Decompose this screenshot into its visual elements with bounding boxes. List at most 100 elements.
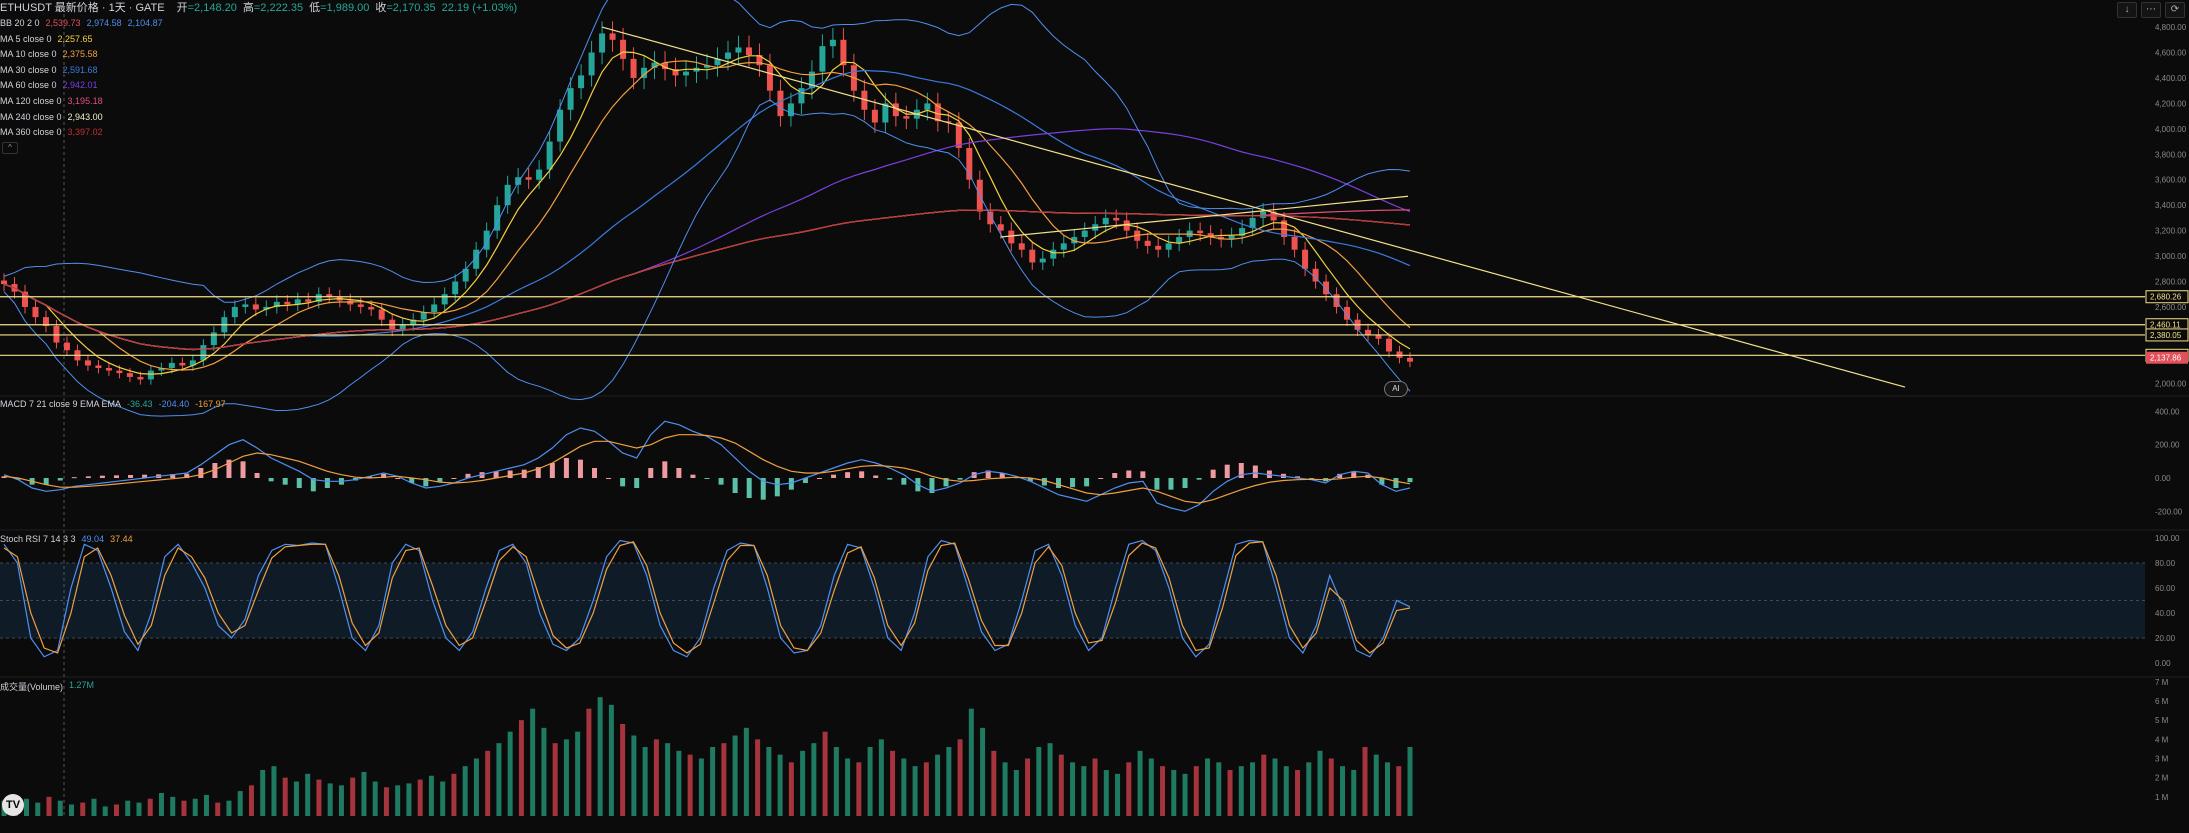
volume-bar: [1238, 766, 1244, 816]
volume-bar: [1182, 773, 1188, 816]
volume-bar: [147, 798, 153, 816]
volume-axis-tick: 2 M: [2155, 774, 2169, 783]
volume-bar: [158, 793, 164, 816]
stoch-axis-tick: 80.00: [2155, 559, 2176, 568]
ohlc-low-label: 低: [309, 2, 321, 14]
legend-row[interactable]: MA 120 close 0 3,195.18: [0, 94, 517, 110]
collapse-legend-button[interactable]: ^: [2, 142, 18, 154]
macd-histogram-bar: [845, 472, 851, 478]
candle-body: [536, 169, 543, 180]
candle-body: [1407, 357, 1413, 362]
ai-button[interactable]: AI: [1384, 381, 1408, 397]
ohlc-high: =2,222.35: [253, 2, 304, 14]
macd-histogram-bar: [634, 478, 640, 488]
candle-body: [63, 342, 70, 351]
macd-histogram-bar: [690, 474, 696, 478]
volume-bar: [732, 735, 738, 816]
volume-bar: [1013, 770, 1019, 816]
legend-row[interactable]: MA 360 close 0 3,397.02: [0, 125, 517, 141]
candle-body: [871, 109, 878, 123]
legend-row[interactable]: MA 30 close 0 2,591.68: [0, 63, 517, 79]
volume-bar: [1407, 747, 1413, 816]
candle-body: [305, 299, 312, 302]
more-options-button[interactable]: ⋯: [2141, 2, 2161, 18]
macd-histogram-bar: [901, 478, 907, 485]
volume-bar: [1328, 758, 1334, 816]
legend-row[interactable]: MA 240 close 0 2,943.00: [0, 110, 517, 126]
volume-bar: [1160, 766, 1166, 816]
legend-row[interactable]: MA 60 close 0 2,942.01: [0, 78, 517, 94]
legend-row[interactable]: MA 5 close 0 2,257.65: [0, 32, 517, 48]
candle-body: [242, 304, 249, 307]
candle-body: [546, 141, 553, 170]
volume-bar: [822, 731, 828, 816]
candle-body: [200, 345, 207, 361]
price-axis-tick: 3,600.00: [2155, 176, 2187, 185]
macd-histogram-bar: [1126, 470, 1132, 478]
ohlc-low: =1,989.00: [320, 2, 370, 14]
candle-body: [735, 47, 742, 53]
volume-bar: [496, 743, 502, 816]
candle-body: [924, 103, 931, 110]
top-right-controls: ↓ ⋯ ⟳: [2117, 2, 2185, 18]
candle-body: [1155, 245, 1162, 250]
macd-histogram-bar: [592, 468, 598, 478]
volume-bar: [395, 785, 401, 816]
reset-chart-button[interactable]: ⟳: [2165, 2, 2185, 18]
volume-bar: [1283, 766, 1289, 816]
macd-histogram-bar: [549, 463, 555, 478]
candle-body: [137, 376, 144, 380]
volume-bar: [698, 758, 704, 816]
candle-body: [147, 370, 154, 380]
macd-legend-label[interactable]: MACD 7 21 close 9 EMA EMA: [0, 399, 121, 409]
candle-body: [1302, 249, 1309, 269]
volume-bar: [226, 800, 232, 816]
candle-body: [1039, 258, 1046, 263]
ascending-trendline: [1000, 195, 1409, 238]
volume-bar: [1047, 743, 1053, 816]
stoch-axis-tick: 40.00: [2155, 609, 2176, 618]
symbol-title[interactable]: ETHUSDT 最新价格 · 1天 · GATE: [0, 0, 165, 16]
volume-bar: [282, 777, 288, 816]
macd-value-3: -167.97: [195, 399, 226, 409]
volume-bar: [1171, 770, 1177, 816]
volume-bar: [338, 785, 344, 816]
volume-bar: [1272, 758, 1278, 816]
legend-row-label: BB 20 2 0: [0, 18, 40, 28]
volume-bar: [1362, 747, 1368, 816]
volume-legend-label[interactable]: 成交量(Volume): [0, 680, 63, 693]
volume-bar: [530, 708, 536, 816]
volume-bar: [1317, 750, 1323, 816]
candle-body: [1386, 338, 1393, 352]
macd-axis-tick: 400.00: [2155, 407, 2180, 416]
volume-axis-tick: 6 M: [2155, 697, 2169, 706]
volume-bar: [833, 747, 839, 816]
volume-bar: [46, 796, 52, 816]
ohlc-open: =2,148.20: [187, 2, 237, 14]
macd-histogram-bar: [451, 478, 457, 479]
volume-bar: [1148, 758, 1154, 816]
candle-body: [766, 65, 773, 91]
legend-row[interactable]: BB 20 2 0 2,539.73 2,974.58 2,104.87: [0, 16, 517, 32]
volume-bar: [192, 798, 198, 816]
stoch-legend-label[interactable]: Stoch RSI 7 14 3 3: [0, 534, 76, 544]
volume-bar: [451, 773, 457, 816]
macd-histogram-bar: [1224, 464, 1230, 478]
volume-bar: [417, 779, 423, 816]
macd-histogram-bar: [859, 471, 865, 478]
price-level-tag-text: 2,460.11: [2150, 321, 2181, 330]
volume-bar: [777, 754, 783, 816]
volume-bar: [923, 762, 929, 816]
volume-axis-tick: 7 M: [2155, 678, 2169, 687]
volume-bar: [991, 750, 997, 816]
volume-bar: [755, 739, 761, 816]
tradingview-logo[interactable]: TV: [2, 794, 24, 816]
legend-row[interactable]: MA 10 close 0 2,375.58: [0, 47, 517, 63]
macd-histogram-bar: [577, 459, 583, 478]
volume-bar: [653, 739, 659, 816]
legend-title-row: ETHUSDT 最新价格 · 1天 · GATE 开 =2,148.20 高 =2,…: [0, 0, 517, 16]
volume-bar: [1193, 766, 1199, 816]
download-button[interactable]: ↓: [2117, 2, 2137, 18]
macd-histogram-bar: [718, 478, 724, 485]
volume-bar: [260, 770, 266, 816]
